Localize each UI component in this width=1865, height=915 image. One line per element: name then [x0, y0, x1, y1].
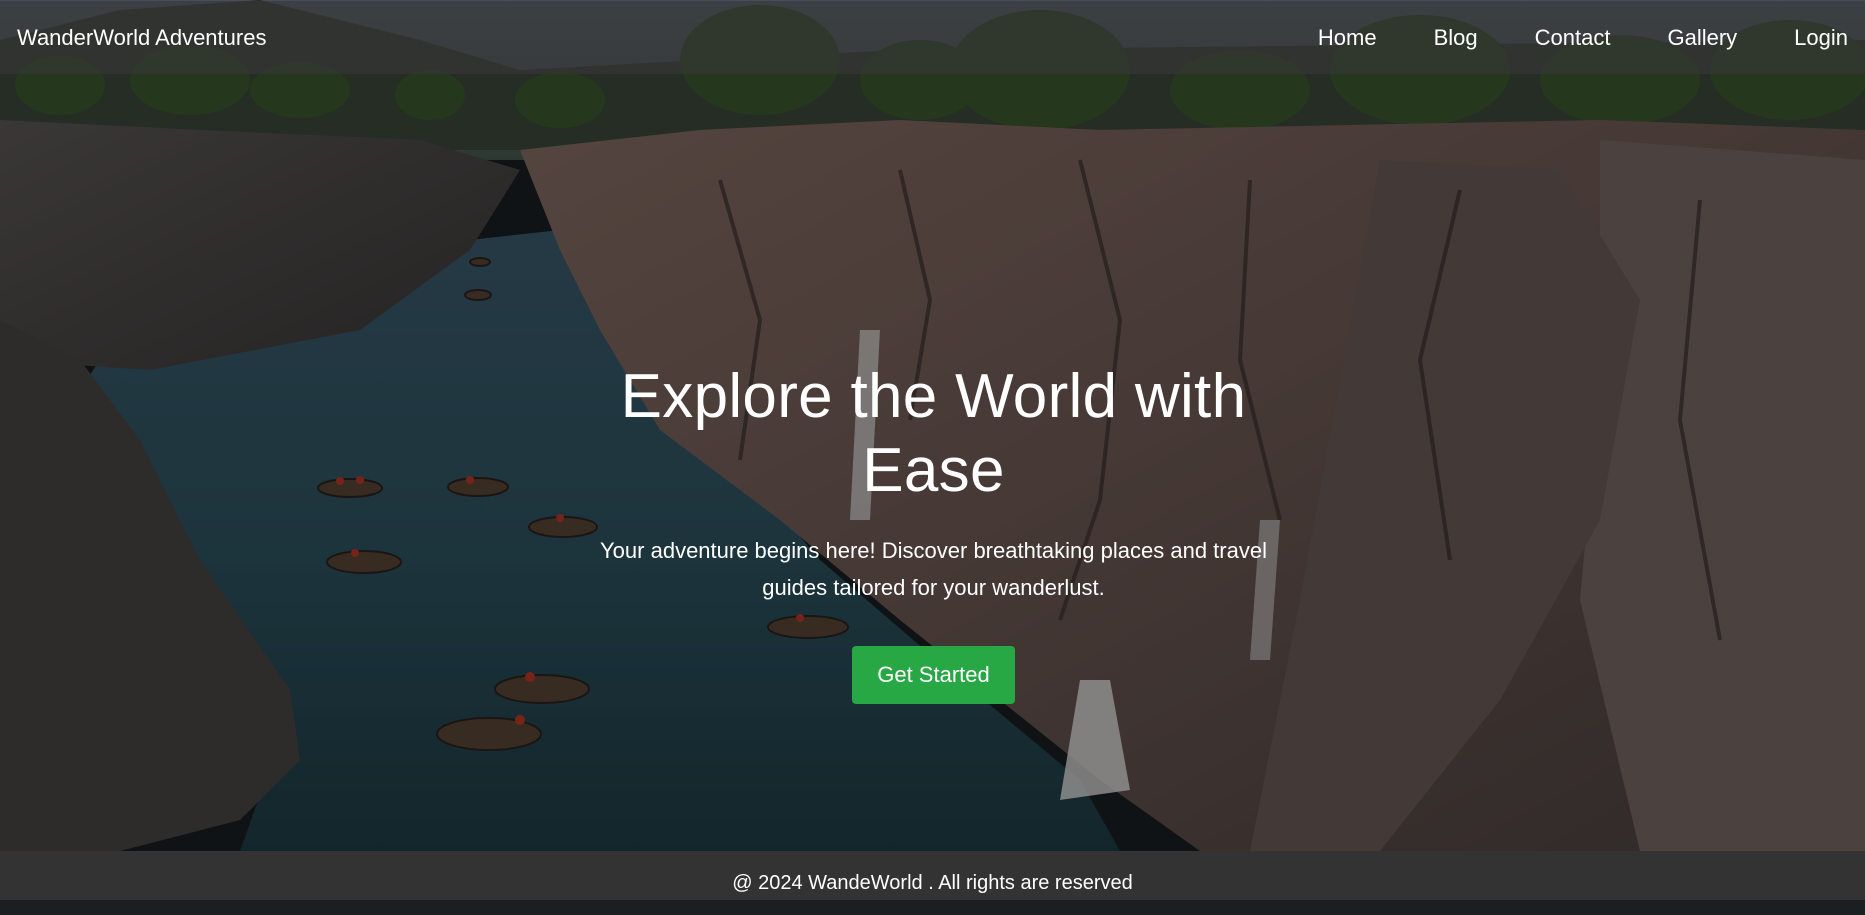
nav-link-contact[interactable]: Contact [1535, 25, 1611, 51]
site-brand[interactable]: WanderWorld Adventures [17, 25, 266, 51]
nav-links: Home Blog Contact Gallery Login [1318, 25, 1848, 51]
page-footer: @ 2024 WandeWorld . All rights are reser… [0, 851, 1865, 900]
get-started-button[interactable]: Get Started [852, 646, 1015, 704]
nav-link-gallery[interactable]: Gallery [1667, 25, 1737, 51]
nav-link-home[interactable]: Home [1318, 25, 1377, 51]
nav-link-blog[interactable]: Blog [1434, 25, 1478, 51]
footer-copyright: @ 2024 WandeWorld . All rights are reser… [732, 872, 1133, 894]
nav-link-login[interactable]: Login [1794, 25, 1848, 51]
top-navbar: WanderWorld Adventures Home Blog Contact… [0, 1, 1865, 74]
hero-subtitle: Your adventure begins here! Discover bre… [600, 538, 1267, 600]
hero-content: Explore the World with Ease Your adventu… [570, 360, 1297, 704]
hero-title: Explore the World with Ease [620, 362, 1247, 505]
